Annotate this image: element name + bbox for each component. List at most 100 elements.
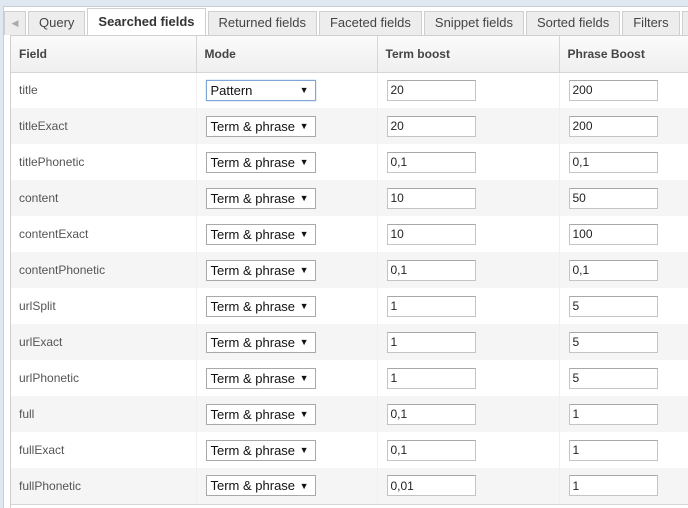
phrase-boost-input[interactable] [568,403,658,425]
mode-select-value: Pattern [210,82,253,98]
searched-fields-grid: Field Mode Term boost Phrase Boost title… [10,35,688,508]
dropdown-arrow-icon: ▼ [299,445,309,455]
mode-select[interactable]: Term & phrase ▼ [205,223,316,245]
dropdown-arrow-icon: ▼ [299,373,309,383]
dropdown-arrow-icon: ▼ [299,85,309,96]
dropdown-arrow-icon: ▼ [299,193,309,203]
field-name: urlSplit [11,288,197,324]
phrase-boost-input[interactable] [568,151,658,173]
dropdown-arrow-icon: ▼ [299,337,309,347]
mode-select-value: Term & phrase [210,478,296,494]
mode-select-value: Term & phrase [210,262,296,278]
mode-select[interactable]: Term & phrase ▼ [205,331,316,353]
phrase-boost-input[interactable] [568,367,658,389]
mode-select[interactable]: Term & phrase ▼ [205,475,316,497]
mode-select[interactable]: Pattern ▼ [205,79,316,101]
table-row: urlExact Term & phrase ▼ [11,324,688,360]
phrase-boost-input[interactable] [568,295,658,317]
term-boost-input[interactable] [386,115,476,137]
phrase-boost-input[interactable] [568,187,658,209]
mode-select[interactable]: Term & phrase ▼ [205,151,316,173]
dropdown-arrow-icon: ▼ [299,121,309,131]
field-name: titlePhonetic [11,144,197,180]
table-header-row: Field Mode Term boost Phrase Boost [11,36,688,73]
field-name: fullExact [11,432,197,468]
field-name: fullPhonetic [11,468,197,505]
tab-returned-fields[interactable]: Returned fields [207,11,317,35]
term-boost-input[interactable] [386,331,476,353]
term-boost-input[interactable] [386,403,476,425]
mode-select-value: Term & phrase [210,190,296,206]
phrase-boost-input[interactable] [568,439,658,461]
column-header-mode[interactable]: Mode [196,36,378,73]
tab-sorted-fields[interactable]: Sorted fields [525,11,621,35]
field-name: urlExact [11,324,197,360]
dropdown-arrow-icon: ▼ [299,301,309,311]
table-row: title Pattern ▼ [11,72,688,108]
term-boost-input[interactable] [386,439,476,461]
table-row: urlSplit Term & phrase ▼ [11,288,688,324]
field-name: title [11,72,197,108]
phrase-boost-input[interactable] [568,223,658,245]
tab-filters[interactable]: Filters [622,11,680,35]
term-boost-input[interactable] [386,79,476,101]
mode-select[interactable]: Term & phrase ▼ [205,295,316,317]
dropdown-arrow-icon: ▼ [299,480,309,491]
phrase-boost-input[interactable] [568,259,658,281]
table-row: fullExact Term & phrase ▼ [11,432,688,468]
tab-snippet-fields[interactable]: Snippet fields [423,11,524,35]
field-name: urlPhonetic [11,360,197,396]
term-boost-input[interactable] [386,187,476,209]
mode-select-value: Term & phrase [210,226,296,242]
term-boost-input[interactable] [386,367,476,389]
table-row: contentPhonetic Term & phrase ▼ [11,252,688,288]
table-row: fullPhonetic Term & phrase ▼ [11,468,688,505]
table-row: contentExact Term & phrase ▼ [11,216,688,252]
table-row: full Term & phrase ▼ [11,396,688,432]
mode-select[interactable]: Term & phrase ▼ [205,367,316,389]
term-boost-input[interactable] [386,295,476,317]
dropdown-arrow-icon: ▼ [299,229,309,239]
phrase-boost-input[interactable] [568,79,658,101]
table-row: urlPhonetic Term & phrase ▼ [11,360,688,396]
mode-select-value: Term & phrase [210,154,296,170]
field-name: contentExact [11,216,197,252]
dropdown-arrow-icon: ▼ [299,265,309,275]
tab-searched-fields[interactable]: Searched fields [87,8,206,35]
column-header-phrase-boost[interactable]: Phrase Boost [559,36,688,73]
term-boost-input[interactable] [386,151,476,173]
mode-select-value: Term & phrase [210,370,296,386]
tab-geo[interactable]: Geo [681,11,688,35]
table-row: content Term & phrase ▼ [11,180,688,216]
mode-select[interactable]: Term & phrase ▼ [205,187,316,209]
tab-bar: ◀ Query Searched fields Returned fields … [4,5,688,35]
mode-select[interactable]: Term & phrase ▼ [205,115,316,137]
field-name: content [11,180,197,216]
field-name: full [11,396,197,432]
tab-faceted-fields[interactable]: Faceted fields [318,11,422,35]
mode-select[interactable]: Term & phrase ▼ [205,259,316,281]
term-boost-input[interactable] [386,259,476,281]
dropdown-arrow-icon: ▼ [299,409,309,419]
mode-select[interactable]: Term & phrase ▼ [205,403,316,425]
tab-query[interactable]: Query [28,11,86,35]
field-name: titleExact [11,108,197,144]
mode-select-value: Term & phrase [210,442,296,458]
searched-fields-table: Field Mode Term boost Phrase Boost title… [11,36,688,505]
term-boost-input[interactable] [386,223,476,245]
mode-select[interactable]: Term & phrase ▼ [205,439,316,461]
table-row: titlePhonetic Term & phrase ▼ [11,144,688,180]
table-row: titleExact Term & phrase ▼ [11,108,688,144]
column-header-field[interactable]: Field [11,36,197,73]
mode-select-value: Term & phrase [210,298,296,314]
mode-select-value: Term & phrase [210,334,296,350]
field-name: contentPhonetic [11,252,197,288]
phrase-boost-input[interactable] [568,475,658,497]
term-boost-input[interactable] [386,475,476,497]
column-header-term-boost[interactable]: Term boost [377,36,560,73]
phrase-boost-input[interactable] [568,331,658,353]
tab-scroll-left-button[interactable]: ◀ [4,11,26,35]
phrase-boost-input[interactable] [568,115,658,137]
chevron-left-icon: ◀ [11,18,19,28]
dropdown-arrow-icon: ▼ [299,157,309,167]
